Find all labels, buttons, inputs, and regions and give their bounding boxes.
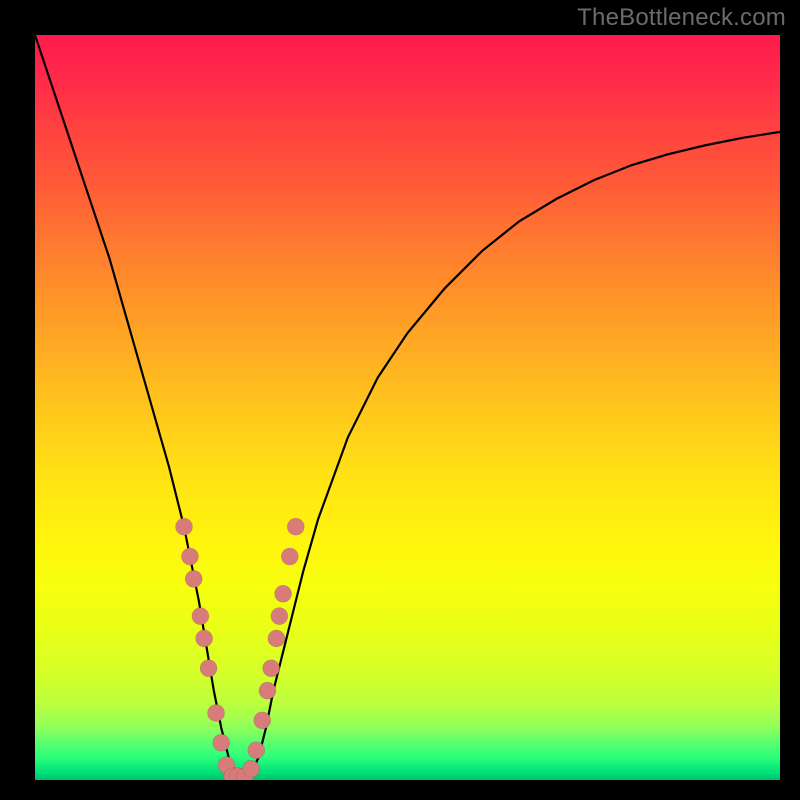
curve-svg	[35, 35, 780, 780]
data-marker	[271, 608, 288, 625]
data-marker	[243, 760, 260, 777]
marker-group	[176, 518, 305, 780]
watermark-text: TheBottleneck.com	[577, 4, 786, 32]
data-marker	[213, 734, 230, 751]
bottleneck-curve	[35, 35, 780, 780]
chart-stage: TheBottleneck.com	[0, 0, 800, 800]
data-marker	[281, 548, 298, 565]
data-marker	[200, 660, 217, 677]
data-marker	[185, 570, 202, 587]
data-marker	[208, 704, 225, 721]
data-marker	[254, 712, 271, 729]
data-marker	[259, 682, 276, 699]
plot-area	[35, 35, 780, 780]
data-marker	[176, 518, 193, 535]
data-marker	[268, 630, 285, 647]
data-marker	[248, 742, 265, 759]
data-marker	[196, 630, 213, 647]
data-marker	[263, 660, 280, 677]
data-marker	[192, 608, 209, 625]
data-marker	[181, 548, 198, 565]
data-marker	[275, 585, 292, 602]
data-marker	[287, 518, 304, 535]
